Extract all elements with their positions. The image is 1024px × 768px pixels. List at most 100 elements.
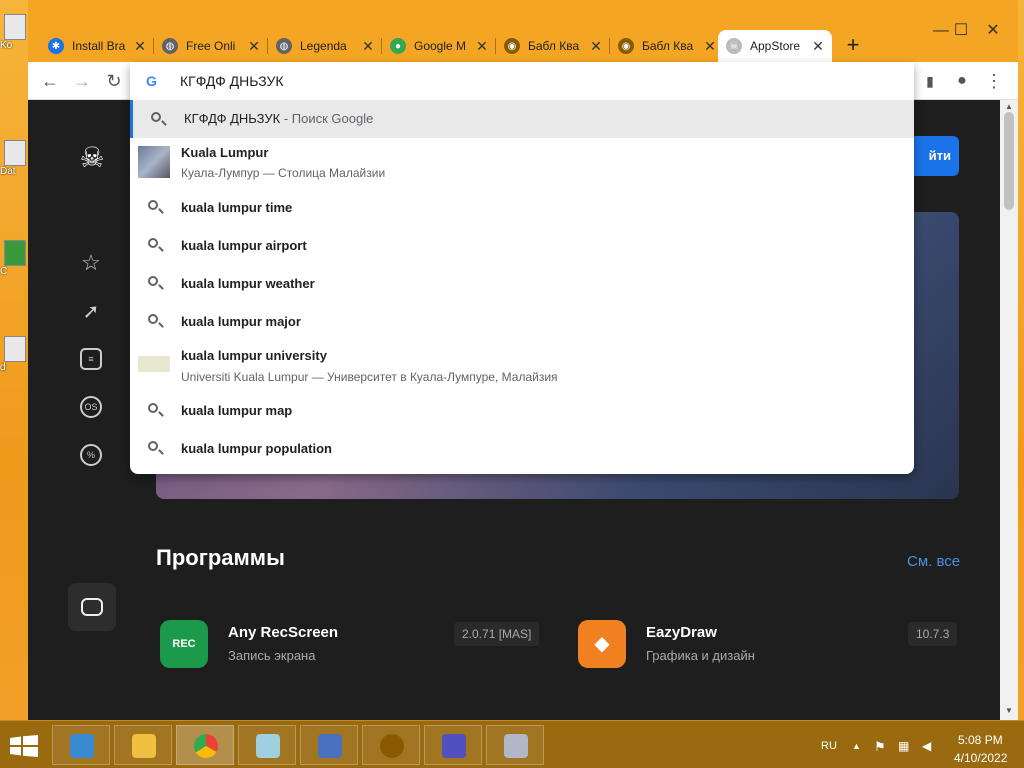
tab[interactable]: ◍ Free Onli ✕: [154, 30, 268, 62]
wallet-icon[interactable]: [68, 583, 116, 631]
tab-close-icon[interactable]: ✕: [132, 38, 148, 55]
clock-date[interactable]: 4/10/2022: [954, 751, 1007, 765]
see-all-link[interactable]: См. все: [907, 553, 960, 570]
taskbar-monitor[interactable]: [486, 725, 544, 765]
search-icon: [146, 402, 162, 418]
tab[interactable]: ● Google M ✕: [382, 30, 496, 62]
suggestion-item[interactable]: kuala lumpur major: [130, 302, 914, 340]
tab-close-icon[interactable]: ✕: [360, 38, 376, 55]
globe-icon: ◍: [162, 38, 178, 54]
taskbar-app[interactable]: [238, 725, 296, 765]
keyboard-icon: [318, 734, 342, 758]
suggestion-item[interactable]: Kuala Lumpur Куала-Лумпур — Столица Мала…: [130, 138, 914, 186]
taskbar-keyboard[interactable]: [300, 725, 358, 765]
tab-close-icon[interactable]: ✕: [702, 38, 718, 55]
volume-icon[interactable]: ◀: [922, 739, 931, 753]
new-tab-button[interactable]: +: [841, 34, 865, 58]
suggestion-item[interactable]: kuala lumpur university Universiti Kuala…: [130, 340, 914, 390]
profile-icon[interactable]: ●: [948, 68, 976, 94]
version-badge: 10.7.3: [908, 622, 958, 646]
suggestion-item[interactable]: kuala lumpur map: [130, 391, 914, 429]
chrome-icon: [194, 734, 218, 758]
university-logo-icon: [138, 356, 170, 372]
recscreen-icon: REC: [160, 620, 208, 668]
back-button[interactable]: ←: [36, 68, 64, 94]
desktop-icon[interactable]: C: [0, 240, 30, 286]
language-indicator[interactable]: RU: [821, 740, 837, 752]
network-icon[interactable]: ▦: [898, 739, 909, 753]
rocket-icon[interactable]: ➚: [80, 300, 102, 323]
forward-button[interactable]: →: [68, 68, 96, 94]
tab[interactable]: ◉ Бабл Ква ✕: [496, 30, 610, 62]
os-icon[interactable]: OS: [80, 396, 102, 418]
document-icon[interactable]: ≡: [80, 348, 102, 370]
notepad-icon: [256, 734, 280, 758]
title-bar: — ☐ ✕ ✱ Install Bra ✕ ◍ Free Onli ✕ ◍ Legenda…: [28, 0, 1018, 62]
maximize-button[interactable]: ☐: [944, 18, 978, 44]
eazydraw-icon: ◆: [578, 620, 626, 668]
search-icon: [146, 237, 162, 253]
suggestion-item[interactable]: КГФДФ ДНЬЗУК - Поиск Google: [130, 100, 914, 138]
taskbar-chrome[interactable]: [176, 725, 234, 765]
suggestion-item[interactable]: kuala lumpur weather: [130, 264, 914, 302]
taskbar: RU ▲ ⚑ ▦ ◀ 5:08 PM 4/10/2022: [0, 720, 1024, 768]
folder-icon: [132, 734, 156, 758]
control-panel-icon: [70, 734, 94, 758]
scrollbar-thumb[interactable]: [1004, 112, 1014, 210]
flag-icon[interactable]: ⚑: [874, 739, 886, 755]
suggestion-item[interactable]: kuala lumpur population: [130, 429, 914, 467]
tab[interactable]: ✱ Install Bra ✕: [40, 30, 154, 62]
monitor-icon: [504, 734, 528, 758]
scroll-up-icon[interactable]: ▲: [1004, 102, 1014, 111]
side-panel-icon[interactable]: ▮: [916, 68, 944, 94]
desktop-icon[interactable]: Ko: [0, 14, 30, 60]
game-favicon-icon: ◉: [504, 38, 520, 54]
skull-icon: ☠: [726, 38, 742, 54]
tab-favicon-icon: ✱: [48, 38, 64, 54]
section-title: Программы: [156, 545, 285, 570]
reload-button[interactable]: ↻: [100, 68, 128, 94]
desktop-icon[interactable]: d: [0, 336, 30, 382]
desktop-icon[interactable]: Dat: [0, 140, 30, 186]
taskbar-settings[interactable]: [424, 725, 482, 765]
star-icon[interactable]: ☆: [80, 250, 102, 275]
omnibox-dropdown: G КГФДФ ДНЬЗУК - Поиск Google Kuala Lump…: [130, 62, 914, 474]
address-bar[interactable]: G: [130, 62, 914, 100]
clock-time[interactable]: 5:08 PM: [958, 733, 1003, 747]
scrollbar[interactable]: ▲ ▼: [1000, 100, 1018, 720]
taskbar-control-panel[interactable]: [52, 725, 110, 765]
start-button[interactable]: [10, 735, 38, 757]
tab-close-icon[interactable]: ✕: [246, 38, 262, 55]
tab-active[interactable]: ☠ AppStore ✕: [718, 30, 832, 62]
tab[interactable]: ◍ Legenda ✕: [268, 30, 382, 62]
search-icon: [146, 313, 162, 329]
gear-icon: [442, 734, 466, 758]
app-card[interactable]: REC Any RecScreen Запись экрана 2.0.71 […: [160, 618, 542, 668]
menu-button[interactable]: ⋮: [980, 68, 1008, 94]
tab[interactable]: ◉ Бабл Ква ✕: [610, 30, 724, 62]
map-pin-icon: ●: [390, 38, 406, 54]
close-window-button[interactable]: ✕: [976, 18, 1010, 44]
scroll-down-icon[interactable]: ▼: [1004, 706, 1014, 715]
taskbar-game[interactable]: [362, 725, 420, 765]
suggestion-item[interactable]: kuala lumpur airport: [130, 226, 914, 264]
search-icon: [146, 199, 162, 215]
search-icon: [146, 440, 162, 456]
globe-icon: ◍: [276, 38, 292, 54]
tray-expand-icon[interactable]: ▲: [852, 741, 861, 751]
tab-close-icon[interactable]: ✕: [474, 38, 490, 55]
taskbar-explorer[interactable]: [114, 725, 172, 765]
search-icon: [149, 111, 165, 127]
tab-close-icon[interactable]: ✕: [588, 38, 604, 55]
app-card[interactable]: ◆ EazyDraw Графика и дизайн 10.7.3: [578, 618, 960, 668]
percent-icon[interactable]: %: [80, 444, 102, 466]
game-favicon-icon: ◉: [618, 38, 634, 54]
search-icon: [146, 275, 162, 291]
kuala-lumpur-thumbnail: [138, 146, 170, 178]
skull-logo-icon[interactable]: ☠: [76, 142, 108, 174]
tab-close-icon[interactable]: ✕: [810, 38, 826, 55]
suggestion-item[interactable]: kuala lumpur time: [130, 188, 914, 226]
game-icon: [380, 734, 404, 758]
address-input[interactable]: [180, 70, 880, 92]
version-badge: 2.0.71 [MAS]: [454, 622, 540, 646]
